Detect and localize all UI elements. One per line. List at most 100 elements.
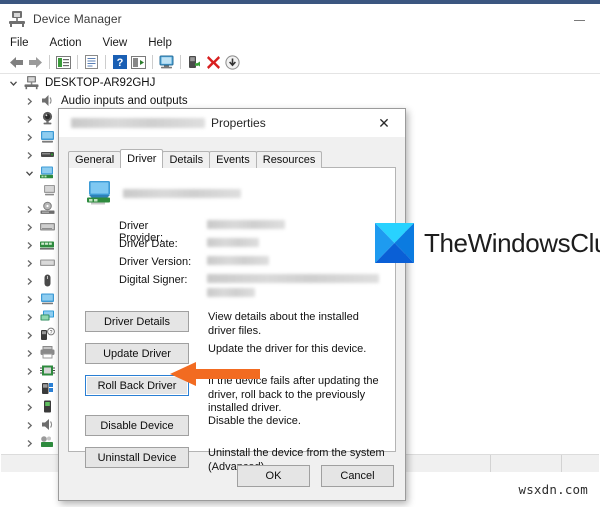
roll-back-driver-description: If the device fails after updating the d… bbox=[208, 375, 379, 414]
chevron-right-icon[interactable] bbox=[23, 419, 35, 431]
system-devices-icon bbox=[39, 435, 56, 451]
help-icon[interactable]: ? bbox=[110, 53, 129, 71]
device-header bbox=[85, 180, 247, 206]
update-driver-description: Update the driver for this device. bbox=[208, 343, 367, 355]
status-segment-secondary bbox=[491, 455, 562, 472]
tab-driver[interactable]: Driver bbox=[120, 149, 164, 168]
tabstrip: General Driver Details Events Resources bbox=[68, 149, 323, 168]
info-label: Driver Version: bbox=[119, 256, 192, 268]
monitor3-icon bbox=[39, 309, 56, 325]
display-child-icon bbox=[41, 183, 58, 199]
redacted-value bbox=[207, 288, 255, 297]
chevron-right-icon[interactable] bbox=[23, 437, 35, 449]
update-driver-icon[interactable] bbox=[82, 53, 101, 71]
redacted-device-name bbox=[71, 118, 205, 128]
dialog-body: General Driver Details Events Resources bbox=[59, 137, 405, 500]
redacted-value bbox=[207, 238, 259, 247]
back-icon[interactable] bbox=[7, 53, 26, 71]
tree-root-label: DESKTOP-AR92GHJ bbox=[45, 77, 156, 89]
dialog-title-suffix: Properties bbox=[211, 116, 266, 130]
chevron-right-icon[interactable] bbox=[23, 311, 35, 323]
disable-device-button[interactable]: Disable Device bbox=[85, 415, 189, 436]
menu-file[interactable]: File bbox=[10, 37, 29, 49]
update-driver-button[interactable]: Update Driver bbox=[85, 343, 189, 364]
chevron-right-icon[interactable] bbox=[23, 221, 35, 233]
info-row-driver-date: Driver Date: bbox=[119, 238, 265, 250]
chevron-right-icon[interactable] bbox=[23, 275, 35, 287]
chevron-right-icon[interactable] bbox=[23, 95, 35, 107]
dialog-titlebar: Properties ✕ bbox=[59, 109, 405, 137]
mouse-icon bbox=[39, 273, 56, 289]
chevron-right-icon[interactable] bbox=[23, 401, 35, 413]
info-row-digital-signer: Digital Signer: bbox=[119, 274, 385, 297]
disable-device-description: Disable the device. bbox=[208, 415, 301, 427]
driver-details-description: View details about the installed driver … bbox=[208, 311, 359, 337]
display-adapter-icon bbox=[39, 165, 56, 181]
enable-device-icon[interactable] bbox=[185, 53, 204, 71]
monitor2-icon bbox=[39, 291, 56, 307]
chevron-right-icon[interactable] bbox=[23, 329, 35, 341]
chevron-right-icon[interactable] bbox=[23, 293, 35, 305]
tree-item-label: Audio inputs and outputs bbox=[61, 95, 188, 107]
svg-text:?: ? bbox=[116, 57, 123, 69]
menu-help[interactable]: Help bbox=[148, 37, 172, 49]
tab-details[interactable]: Details bbox=[162, 151, 211, 168]
chevron-right-icon[interactable] bbox=[23, 347, 35, 359]
window-titlebar: Device Manager bbox=[0, 4, 600, 34]
show-hidden-devices-icon[interactable] bbox=[129, 53, 148, 71]
tab-resources[interactable]: Resources bbox=[255, 151, 323, 168]
chevron-right-icon[interactable] bbox=[23, 239, 35, 251]
chevron-right-icon[interactable] bbox=[23, 113, 35, 125]
network-icon bbox=[39, 237, 56, 253]
uninstall-device-icon[interactable] bbox=[204, 53, 223, 71]
keyboard2-icon bbox=[39, 255, 56, 271]
chevron-right-icon[interactable] bbox=[23, 149, 35, 161]
redacted-value bbox=[207, 220, 285, 229]
tab-events[interactable]: Events bbox=[209, 151, 257, 168]
chevron-right-icon[interactable] bbox=[23, 203, 35, 215]
chevron-right-icon[interactable] bbox=[23, 257, 35, 269]
forward-icon[interactable] bbox=[26, 53, 45, 71]
menu-action[interactable]: Action bbox=[50, 37, 82, 49]
scan-hardware-icon[interactable] bbox=[157, 53, 176, 71]
chevron-down-icon[interactable] bbox=[23, 167, 35, 179]
tab-general[interactable]: General bbox=[68, 151, 122, 168]
action-row-disable-device: Disable Device Disable the device. bbox=[85, 415, 385, 436]
action-row-update-driver: Update Driver Update the driver for this… bbox=[85, 343, 385, 364]
driver-tab-panel: Driver Provider: Driver Date: Driver Ver… bbox=[68, 167, 396, 473]
cancel-button[interactable]: Cancel bbox=[321, 465, 394, 487]
toolbar-separator bbox=[105, 55, 106, 69]
computer-icon bbox=[23, 75, 40, 91]
scan-changes-icon[interactable] bbox=[223, 53, 242, 71]
unknown-device-icon: ? bbox=[39, 327, 56, 343]
chevron-down-icon[interactable] bbox=[7, 77, 19, 89]
thewindowsclub-wordmark: TheWindowsClub bbox=[424, 227, 600, 258]
dvd-icon bbox=[39, 201, 56, 217]
close-icon[interactable]: ✕ bbox=[363, 109, 405, 137]
menu-view[interactable]: View bbox=[103, 37, 128, 49]
chevron-right-icon[interactable] bbox=[23, 383, 35, 395]
menubar: File Action View Help bbox=[0, 34, 600, 51]
minimize-button[interactable] bbox=[566, 12, 592, 28]
speaker-icon bbox=[39, 93, 56, 109]
keyboard-icon bbox=[39, 219, 56, 235]
tree-root-node[interactable]: DESKTOP-AR92GHJ bbox=[1, 74, 599, 92]
svg-text:?: ? bbox=[50, 330, 53, 336]
toolbar-separator bbox=[180, 55, 181, 69]
toolbar: ? bbox=[0, 51, 600, 74]
display-adapter-icon bbox=[85, 180, 115, 206]
thewindowsclub-logo: TheWindowsClub bbox=[375, 223, 600, 263]
thewindowsclub-mark-icon bbox=[375, 223, 414, 263]
chevron-right-icon[interactable] bbox=[23, 365, 35, 377]
toolbar-separator bbox=[152, 55, 153, 69]
monitor-icon bbox=[39, 129, 56, 145]
chevron-right-icon[interactable] bbox=[23, 131, 35, 143]
ok-button[interactable]: OK bbox=[237, 465, 310, 487]
sound-icon bbox=[39, 417, 56, 433]
roll-back-driver-button[interactable]: Roll Back Driver bbox=[85, 375, 189, 396]
properties-icon[interactable] bbox=[54, 53, 73, 71]
device-properties-dialog: Properties ✕ General Driver Details Even… bbox=[58, 108, 406, 501]
software-device-icon bbox=[39, 399, 56, 415]
uninstall-device-button[interactable]: Uninstall Device bbox=[85, 447, 189, 468]
driver-details-button[interactable]: Driver Details bbox=[85, 311, 189, 332]
